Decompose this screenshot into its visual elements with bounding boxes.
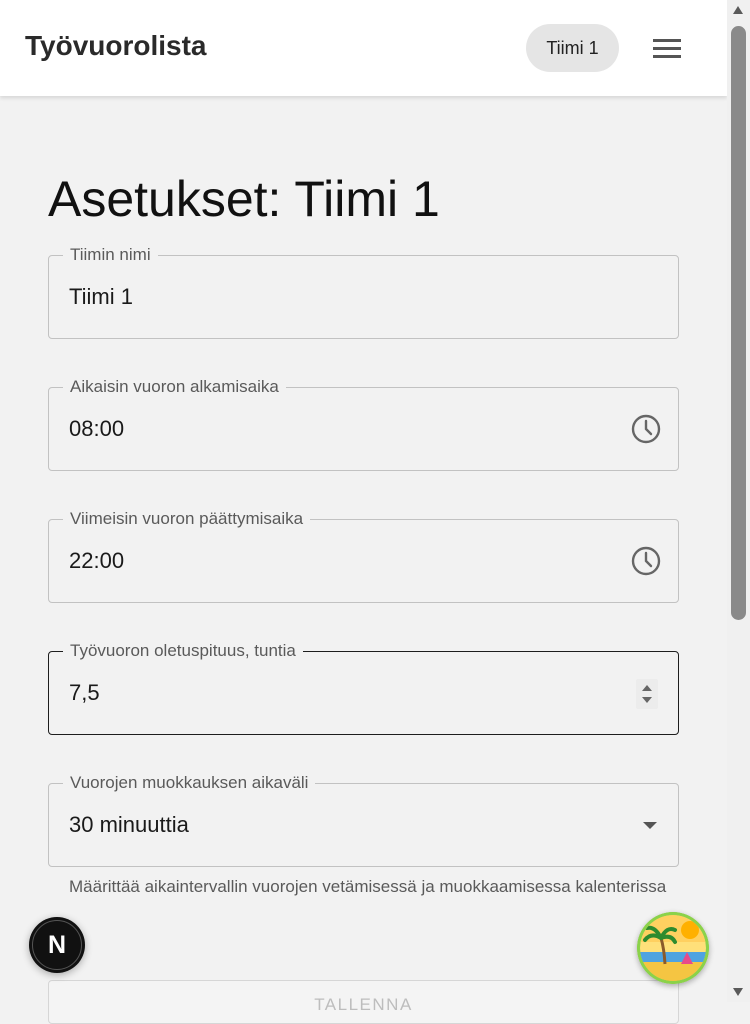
team-name-label: Tiimin nimi — [63, 245, 158, 265]
edit-interval-label: Vuorojen muokkauksen aikaväli — [63, 773, 316, 793]
app-bar: Työvuorolista Tiimi 1 — [0, 0, 727, 96]
scrollbar-thumb[interactable] — [731, 26, 746, 620]
hamburger-menu-icon[interactable] — [648, 30, 686, 66]
earliest-start-field[interactable]: Aikaisin vuoron alkamisaika 08:00 — [48, 377, 679, 471]
scroll-up-arrow-icon[interactable] — [733, 6, 743, 14]
edit-interval-select[interactable]: Vuorojen muokkauksen aikaväli 30 minuutt… — [48, 773, 679, 867]
clock-icon[interactable] — [630, 545, 662, 577]
settings-content: Asetukset: Tiimi 1 Tiimin nimi Tiimi 1 A… — [0, 120, 727, 1024]
vertical-scrollbar[interactable] — [727, 0, 750, 1002]
clock-icon[interactable] — [630, 413, 662, 445]
team-selector-chip[interactable]: Tiimi 1 — [526, 24, 619, 72]
edit-interval-value[interactable]: 30 minuuttia — [69, 812, 189, 838]
default-length-field[interactable]: Työvuoron oletuspituus, tuntia 7,5 — [48, 641, 679, 735]
save-button[interactable]: TALLENNA — [48, 980, 679, 1024]
latest-end-label: Viimeisin vuoron päättymisaika — [63, 509, 311, 529]
default-length-label: Työvuoron oletuspituus, tuntia — [63, 641, 303, 661]
app-title[interactable]: Työvuorolista — [25, 30, 207, 62]
next-logo-icon: N — [32, 920, 82, 970]
earliest-start-label: Aikaisin vuoron alkamisaika — [63, 377, 286, 397]
default-length-input[interactable]: 7,5 — [69, 680, 100, 706]
team-name-field[interactable]: Tiimin nimi Tiimi 1 — [48, 245, 679, 339]
team-name-input[interactable]: Tiimi 1 — [69, 284, 133, 310]
beach-avatar-icon[interactable] — [637, 912, 709, 984]
scroll-down-arrow-icon[interactable] — [733, 988, 743, 996]
stepper-icon[interactable] — [636, 679, 658, 709]
chevron-down-icon[interactable] — [640, 818, 660, 832]
latest-end-input[interactable]: 22:00 — [69, 548, 124, 574]
page-title: Asetukset: Tiimi 1 — [48, 171, 440, 227]
earliest-start-input[interactable]: 08:00 — [69, 416, 124, 442]
next-dev-badge[interactable]: N — [29, 917, 85, 973]
latest-end-field[interactable]: Viimeisin vuoron päättymisaika 22:00 — [48, 509, 679, 603]
edit-interval-helper-text: Määrittää aikaintervallin vuorojen vetäm… — [69, 877, 667, 896]
